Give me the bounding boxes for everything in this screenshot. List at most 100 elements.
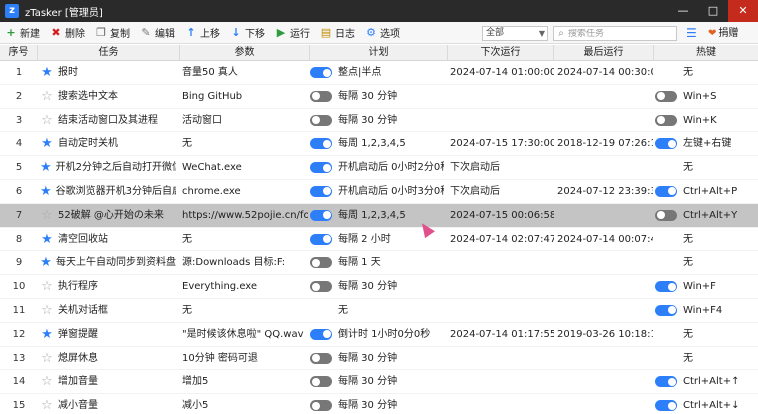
plan-toggle[interactable] — [310, 257, 332, 269]
plan-toggle[interactable] — [310, 162, 332, 174]
hotkey-text: Ctrl+Alt+P — [683, 185, 738, 197]
table-row[interactable]: 10 ☆ 执行程序 Everything.exe 每隔 30 分钟 Win+F — [0, 275, 758, 299]
table-row[interactable]: 6 ★ 谷歌浏览器开机3分钟后自启 chrome.exe 开机启动后 0小时3分0秒 下次… — [0, 180, 758, 204]
hotkey-cell: Ctrl+Alt+P — [655, 180, 758, 203]
col-last-header[interactable]: 最后运行 — [554, 45, 654, 61]
hotkey-toggle[interactable] — [655, 376, 677, 388]
toggle-knob — [322, 139, 331, 148]
star-icon[interactable]: ☆ — [40, 204, 54, 227]
plan-toggle[interactable] — [310, 209, 332, 221]
table-row[interactable]: 14 ☆ 增加音量 增加5 每隔 30 分钟 Ctrl+Alt+↑ — [0, 370, 758, 395]
col-param-header[interactable]: 参数 — [180, 45, 310, 61]
table-row[interactable]: 12 ★ 弹窗提醒 "是时候该休息啦" QQ.wav 倒计时 1小时0分0秒 2024-0… — [0, 323, 758, 347]
hotkey-toggle[interactable] — [655, 304, 677, 316]
delete-button[interactable]: ✖ 删除 — [45, 22, 90, 44]
table-row[interactable]: 15 ☆ 减小音量 减小5 每隔 30 分钟 Ctrl+Alt+↓ — [0, 394, 758, 414]
star-icon[interactable]: ★ — [40, 180, 52, 203]
star-icon[interactable]: ☆ — [40, 370, 54, 393]
star-icon[interactable]: ★ — [40, 251, 52, 274]
star-icon[interactable]: ☆ — [40, 109, 54, 132]
close-button[interactable]: ✕ — [728, 0, 758, 22]
task-filter-select[interactable]: 全部 ▼ — [482, 26, 548, 41]
table-row[interactable]: 7 ☆ 52破解 @心开始の未来 https://www.52pojie.cn/for… — [0, 203, 758, 228]
search-input[interactable] — [568, 28, 673, 39]
hotkey-toggle[interactable] — [655, 209, 677, 221]
star-icon[interactable]: ★ — [40, 156, 52, 179]
table-row[interactable]: 1 ★ 报时 音量50 真人 整点|半点 2024-07-14 01:00:00 2024-… — [0, 61, 758, 85]
table-row[interactable]: 8 ★ 清空回收站 无 每隔 2 小时 2024-07-14 02:07:47 2024-0… — [0, 228, 758, 252]
row-number: 4 — [15, 138, 23, 150]
plan-cell: 每隔 30 分钟 — [310, 275, 444, 298]
param-cell: https://www.52pojie.cn/for... — [182, 209, 308, 221]
plan-toggle[interactable] — [310, 233, 332, 245]
task-name: 减小音量 — [58, 400, 98, 412]
plan-toggle[interactable] — [310, 400, 332, 412]
plan-toggle[interactable] — [310, 90, 332, 102]
plan-toggle[interactable] — [310, 138, 332, 150]
star-icon[interactable]: ★ — [40, 228, 54, 251]
next-run-cell — [450, 275, 554, 298]
list-view-icon[interactable]: ☰ — [686, 26, 697, 41]
col-next-header[interactable]: 下次运行 — [448, 45, 554, 61]
hotkey-toggle[interactable] — [655, 185, 677, 197]
star-icon[interactable]: ☆ — [40, 85, 54, 108]
toggle-knob — [322, 211, 331, 220]
plan-toggle[interactable] — [310, 185, 332, 197]
next-run-cell: 下次启动后 — [450, 162, 500, 174]
plan-cell: 每隔 30 分钟 — [310, 347, 444, 370]
col-task-header[interactable]: 任务 — [38, 45, 180, 61]
star-icon[interactable]: ☆ — [40, 299, 54, 322]
star-icon[interactable]: ☆ — [40, 275, 54, 298]
toggle-knob — [311, 116, 320, 125]
minimize-button[interactable]: — — [668, 0, 698, 22]
run-button[interactable]: ▶ 运行 — [270, 22, 315, 44]
plan-toggle[interactable] — [310, 376, 332, 388]
star-icon[interactable]: ☆ — [40, 347, 54, 370]
move-up-button[interactable]: ↑ 上移 — [180, 22, 225, 44]
hotkey-toggle[interactable] — [655, 138, 677, 150]
table-row[interactable]: 2 ☆ 搜索选中文本 Bing GitHub 每隔 30 分钟 Win+S — [0, 85, 758, 109]
next-run-cell: 2024-07-15 17:30:00 — [450, 138, 554, 150]
new-button[interactable]: + 新建 — [0, 22, 45, 44]
hotkey-toggle[interactable] — [655, 281, 677, 293]
maximize-button[interactable]: □ — [698, 0, 728, 22]
plan-toggle[interactable] — [310, 328, 332, 340]
log-button[interactable]: ▤ 日志 — [315, 22, 360, 44]
table-row[interactable]: 3 ☆ 结束活动窗口及其进程 活动窗口 每隔 30 分钟 Win+K — [0, 109, 758, 133]
donate-button[interactable]: ❤ 捐赠 — [708, 26, 738, 41]
plan-toggle[interactable] — [310, 352, 332, 364]
star-icon[interactable]: ★ — [40, 61, 54, 84]
row-number: 6 — [15, 185, 23, 197]
search-box[interactable]: ⌕ — [553, 26, 677, 41]
col-hotkey-header[interactable]: 热键 — [654, 45, 758, 61]
next-run-cell: 2024-07-14 01:00:00 — [450, 67, 554, 78]
plan-text: 倒计时 1小时0分0秒 — [338, 328, 431, 340]
plan-toggle[interactable] — [310, 67, 332, 78]
toggle-knob — [311, 377, 320, 386]
task-name: 增加音量 — [58, 376, 98, 388]
options-button[interactable]: ⚙ 选项 — [360, 22, 405, 44]
task-cell: ☆ 结束活动窗口及其进程 — [40, 109, 176, 132]
hotkey-toggle[interactable] — [655, 400, 677, 412]
table-row[interactable]: 4 ★ 自动定时关机 无 每周 1,2,3,4,5 2024-07-15 17:30:00… — [0, 132, 758, 157]
star-icon[interactable]: ★ — [40, 323, 54, 346]
plan-text: 整点|半点 — [338, 67, 382, 78]
move-down-button[interactable]: ↓ 下移 — [225, 22, 270, 44]
hotkey-text: 无 — [683, 352, 693, 364]
hotkey-toggle[interactable] — [655, 90, 677, 102]
copy-button[interactable]: ❐ 复制 — [90, 22, 135, 44]
col-num-header[interactable]: 序号 — [0, 45, 38, 61]
table-row[interactable]: 9 ★ 每天上午自动同步到资料盘 源:Downloads 目标:F: 每隔 1 天 无 — [0, 251, 758, 276]
table-row[interactable]: 5 ★ 开机2分钟之后自动打开微信 WeChat.exe 开机启动后 0小时2分0秒 下次… — [0, 156, 758, 180]
edit-button[interactable]: ✎ 编辑 — [135, 22, 180, 44]
param-cell: Bing GitHub — [182, 90, 243, 102]
table-row[interactable]: 11 ☆ 关机对话框 无 无 Win+F4 — [0, 299, 758, 323]
table-row[interactable]: 13 ☆ 熄屏休息 10分钟 密码可退 每隔 30 分钟 无 — [0, 347, 758, 371]
plan-toggle[interactable] — [310, 281, 332, 293]
star-icon[interactable]: ★ — [40, 132, 54, 155]
plan-text: 每周 1,2,3,4,5 — [338, 138, 406, 150]
hotkey-toggle[interactable] — [655, 114, 677, 126]
plan-toggle[interactable] — [310, 114, 332, 126]
col-plan-header[interactable]: 计划 — [310, 45, 448, 61]
star-icon[interactable]: ☆ — [40, 394, 54, 414]
